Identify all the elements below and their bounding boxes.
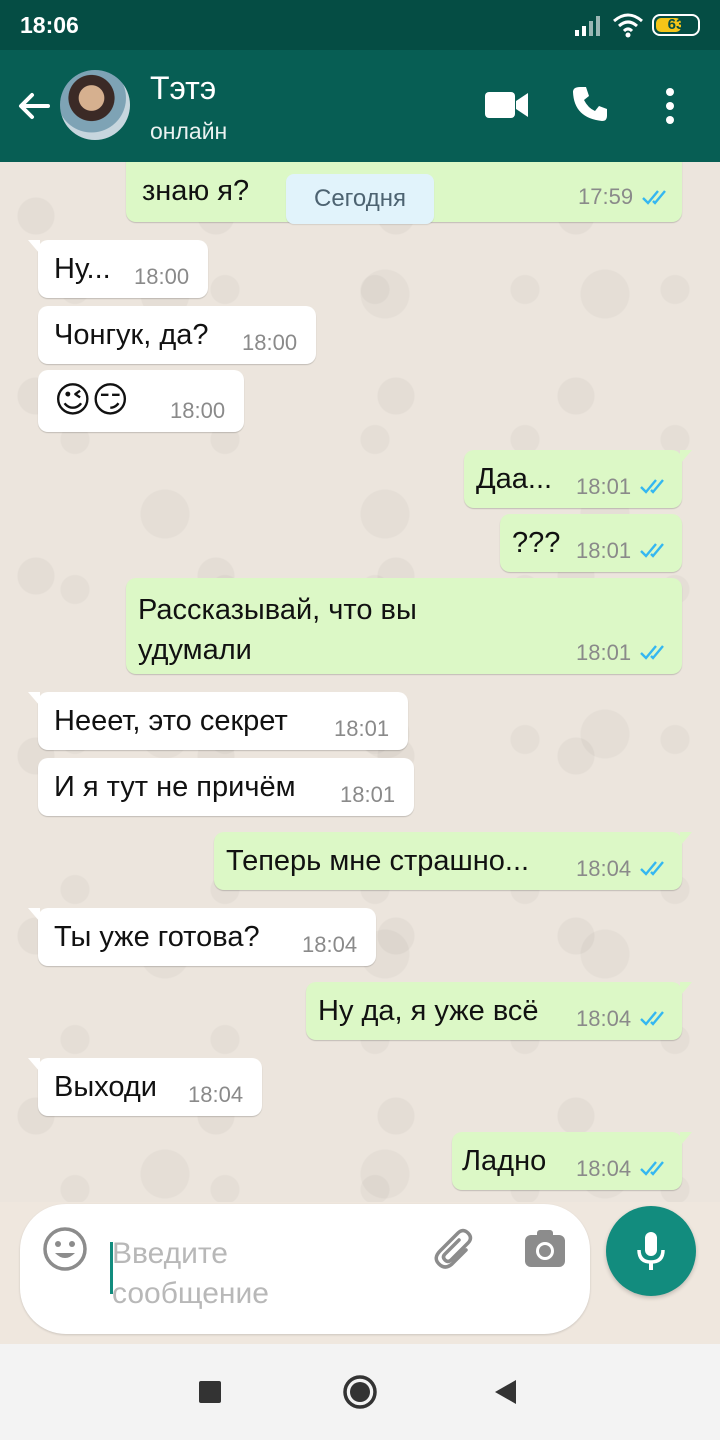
bubble-tail — [28, 692, 40, 706]
more-vert-icon[interactable] — [660, 86, 680, 126]
message-text: Теперь мне страшно... — [226, 845, 530, 877]
message-time: 18:04 — [302, 932, 358, 957]
double-check-icon — [640, 543, 664, 558]
status-bar: 18:06 63 — [0, 0, 720, 50]
bubble-tail — [680, 450, 692, 464]
arrow-left-icon[interactable] — [14, 86, 54, 126]
message-bubble-in[interactable]: Чонгук, да? 18:00 — [38, 306, 316, 364]
message-time: 18:01 — [576, 474, 632, 499]
message-text: Рассказывай, что вы удумали — [138, 594, 417, 666]
camera-icon[interactable] — [522, 1226, 568, 1272]
message-time: 18:00 — [242, 330, 298, 355]
system-nav-bar — [0, 1344, 720, 1440]
bubble-tail — [680, 982, 692, 996]
battery-icon: 63 — [652, 14, 700, 36]
bubble-tail — [28, 908, 40, 922]
message-text: Нееет, это секрет — [54, 705, 288, 737]
bubble-tail — [680, 832, 692, 846]
signal-icon — [575, 16, 600, 36]
message-text: И я тут не причём — [54, 771, 296, 803]
paperclip-icon[interactable] — [432, 1226, 478, 1272]
message-bubble-out[interactable]: ??? 18:01 — [500, 514, 682, 572]
message-bubble-in[interactable]: Нееет, это секрет 18:01 — [28, 692, 408, 750]
home-icon[interactable] — [342, 1374, 378, 1410]
wifi-icon — [613, 13, 643, 38]
mic-button[interactable] — [606, 1206, 696, 1296]
message-bubble-out[interactable]: Рассказывай, что вы удумали 18:01 — [126, 578, 682, 674]
date-separator: Сегодня — [286, 174, 434, 224]
chat-area[interactable]: ты знаешь что-то чего не знаю я? 17:59 С… — [0, 162, 720, 1202]
message-text: Чонгук, да? — [54, 319, 209, 351]
double-check-icon — [640, 479, 664, 494]
message-bubble-in[interactable]: И я тут не причём 18:01 — [38, 758, 414, 816]
message-text: Ладно — [462, 1145, 547, 1177]
mic-icon — [637, 1232, 665, 1270]
bubble-tail — [28, 240, 40, 254]
double-check-icon — [640, 1011, 664, 1026]
message-bubble-out[interactable]: Ладно 18:04 — [452, 1132, 692, 1190]
chat-header: Тэтэ онлайн — [0, 50, 720, 162]
double-check-icon — [640, 1161, 664, 1176]
message-text: ??? — [512, 527, 561, 559]
contact-name[interactable]: Тэтэ — [150, 70, 216, 107]
message-time: 18:01 — [576, 538, 632, 563]
double-check-icon — [640, 861, 664, 876]
bubble-tail — [680, 1132, 692, 1146]
double-check-icon — [642, 190, 666, 205]
back-nav-icon[interactable] — [492, 1378, 518, 1406]
double-check-icon — [640, 645, 664, 660]
message-text: Ну да, я уже всё — [318, 995, 539, 1027]
message-time: 18:01 — [334, 716, 390, 741]
message-time: 18:04 — [576, 856, 632, 881]
message-bubble-in[interactable]: Ты уже готова? 18:04 — [28, 908, 376, 966]
message-input[interactable]: Введите сообщение — [112, 1234, 312, 1314]
bubble-tail — [28, 1058, 40, 1072]
contact-status: онлайн — [150, 118, 228, 144]
message-bubble-in[interactable]: Ну... 18:00 — [28, 240, 208, 298]
message-text: Выходи — [54, 1071, 157, 1103]
message-time: 18:04 — [576, 1006, 632, 1031]
message-bubble-in[interactable]: Выходи 18:04 — [28, 1058, 262, 1116]
message-text: Ты уже готова? — [54, 921, 260, 953]
message-time: 18:01 — [576, 640, 632, 665]
message-bubble-out[interactable]: Теперь мне страшно... 18:04 — [214, 832, 692, 890]
message-emoji: 😉😏 — [54, 380, 130, 421]
message-bubble-out[interactable]: Ну да, я уже всё 18:04 — [306, 982, 692, 1040]
message-time: 18:00 — [170, 398, 226, 423]
battery-percent: 63 — [667, 16, 685, 33]
message-bubble-in[interactable]: 😉😏 18:00 — [38, 370, 244, 432]
status-time: 18:06 — [20, 12, 79, 38]
avatar[interactable] — [60, 70, 130, 140]
phone-icon[interactable] — [570, 84, 610, 124]
message-time: 18:04 — [576, 1156, 632, 1181]
emoji-icon[interactable] — [42, 1226, 88, 1272]
video-call-icon[interactable] — [484, 88, 530, 122]
message-composer[interactable]: Введите сообщение — [20, 1204, 590, 1334]
message-time: 18:04 — [188, 1082, 244, 1107]
message-text: Даа... — [476, 463, 553, 495]
recents-icon[interactable] — [198, 1380, 222, 1404]
message-time: 18:01 — [340, 782, 396, 807]
message-time: 17:59 — [578, 184, 634, 209]
message-bubble-out[interactable]: Даа... 18:01 — [464, 450, 692, 508]
message-text: Ну... — [54, 253, 111, 285]
message-time: 18:00 — [134, 264, 190, 289]
